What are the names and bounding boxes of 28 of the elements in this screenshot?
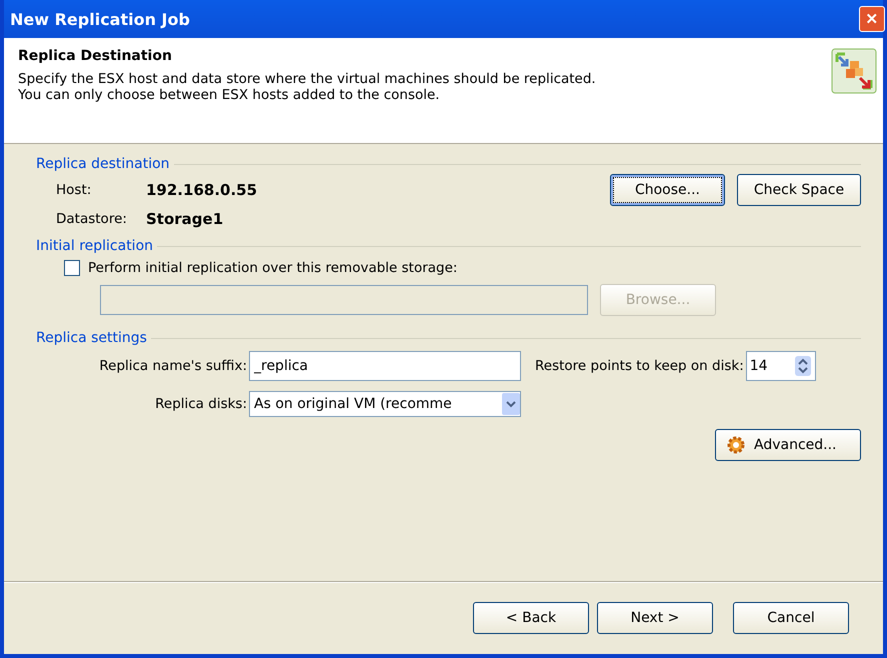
wizard-button[interactable]: Next > [597,602,713,634]
spinner-arrows-icon [794,356,811,376]
page-description: Specify the ESX host and data store where the virtual machines should be replicated. You can only choose between ESX hosts added to the console. [18,71,596,103]
dialog-button[interactable]: Check Space [737,174,861,206]
replication-logo-icon [831,48,877,94]
host-value: 192.168.0.55 [146,181,258,199]
checkbox-label: Perform initial replication over this removable storage: [88,260,458,276]
dialog-button[interactable]: Choose... [610,174,725,206]
window-title: New Replication Job [9,10,190,28]
datastore-value: Storage1 [146,210,224,228]
host-label: Host: [56,182,92,198]
page-title: Replica Destination [18,48,173,64]
suffix-field[interactable]: _replica [249,351,521,381]
wizard-button[interactable]: Cancel [733,602,849,634]
section-legend: Initial replication [36,238,154,254]
datastore-label: Datastore: [56,211,128,227]
close-button[interactable]: ✕ [859,6,885,32]
disks-dropdown[interactable]: As on original VM (recomme [249,391,521,417]
disks-label: Replica disks: [154,396,247,412]
gear-icon [726,435,746,455]
suffix-label: Replica name's suffix: [98,358,247,374]
wizard-button[interactable]: < Back [473,602,589,634]
advanced-button[interactable]: Advanced... [715,429,861,461]
checkbox[interactable] [64,260,80,276]
section-legend: Replica settings [36,330,147,346]
restore-points-label: Restore points to keep on disk: [535,358,744,374]
section-legend: Replica destination [36,156,170,172]
restore-points-spinner[interactable]: 14 [746,351,816,381]
